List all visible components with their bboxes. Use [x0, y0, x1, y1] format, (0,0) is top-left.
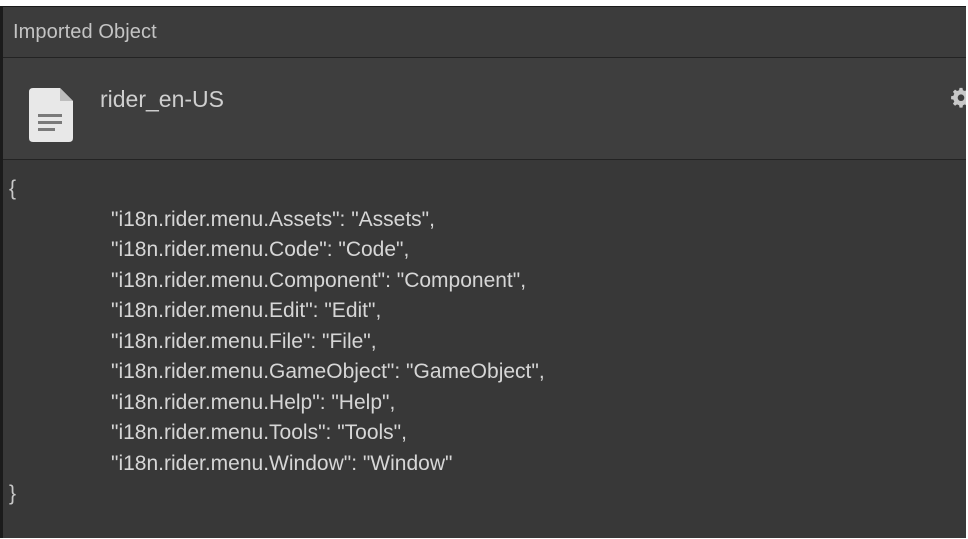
- json-entry: "i18n.rider.menu.GameObject": "GameObjec…: [111, 360, 545, 383]
- json-entry: "i18n.rider.menu.Window": "Window": [111, 451, 453, 475]
- json-entry: "i18n.rider.menu.Assets": "Assets",: [111, 207, 435, 231]
- json-entry: "i18n.rider.menu.Tools": "Tools",: [111, 421, 407, 444]
- json-entry: "i18n.rider.menu.Help": "Help",: [111, 390, 396, 414]
- json-entry: "i18n.rider.menu.Edit": "Edit",: [111, 299, 382, 322]
- json-entry: "i18n.rider.menu.Code": "Code",: [111, 238, 410, 261]
- json-entry: "i18n.rider.menu.Component": "Component"…: [111, 268, 527, 292]
- inspector-window: Imported Object rider_en-US { "i18n.ride…: [0, 6, 966, 538]
- close-brace: }: [9, 482, 17, 505]
- asset-name: rider_en-US: [100, 86, 224, 112]
- asset-header: rider_en-US: [3, 58, 966, 160]
- gear-icon[interactable]: [950, 86, 966, 108]
- json-text-preview: { "i18n.rider.menu.Assets": "Assets", "i…: [3, 160, 966, 538]
- json-entry: "i18n.rider.menu.File": "File",: [111, 329, 377, 353]
- inspector-title: Imported Object: [13, 20, 157, 43]
- document-icon: [29, 88, 73, 142]
- inspector-header: Imported Object: [3, 7, 966, 58]
- open-brace: {: [9, 177, 17, 200]
